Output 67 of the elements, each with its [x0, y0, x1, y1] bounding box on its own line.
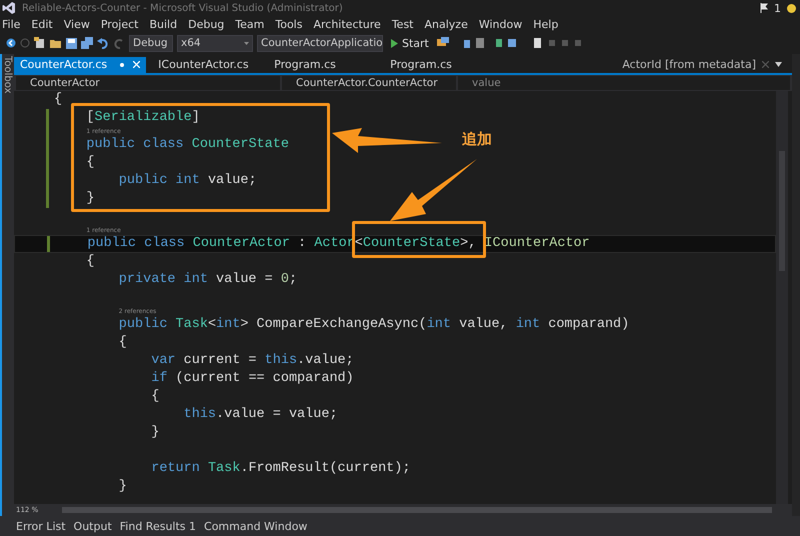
code-line: private int value = 0; — [118, 271, 298, 289]
code-line: } — [150, 424, 160, 442]
code-line: public class CounterActor : Actor<CounterState>, ICounterActor — [86, 236, 590, 252]
back-icon[interactable] — [6, 38, 16, 48]
document-tab[interactable]: Program.cs — [384, 56, 494, 72]
vertical-scrollbar[interactable] — [776, 91, 788, 504]
window-title: Reliable-Actors-Counter - Microsoft Visual Studio (Administrator) — [22, 2, 343, 14]
menu-item[interactable]: Project — [100, 18, 138, 30]
document-tab[interactable]: ICounterActor.cs — [152, 56, 262, 72]
undo-icon[interactable] — [97, 37, 109, 49]
menu-item[interactable]: Help — [533, 18, 558, 30]
startup-project-dropdown[interactable]: CounterActorApplicatio — [257, 34, 383, 52]
code-line: { — [150, 388, 160, 406]
flag-icon — [760, 3, 768, 13]
member-dropdown[interactable]: value — [458, 76, 790, 90]
code-line: { — [118, 334, 127, 352]
code-line: this.value = value; — [182, 406, 338, 424]
panel-tab[interactable]: Command Window — [204, 520, 308, 532]
code-line: public int value; — [118, 172, 257, 190]
code-line: return Task.FromResult(current); — [150, 460, 410, 478]
member-scope-dropdown[interactable]: CounterActor.CounterActor — [282, 76, 456, 90]
code-line: { — [54, 91, 62, 109]
menu-item[interactable]: File — [2, 18, 20, 30]
code-line: public class CounterState — [85, 136, 289, 154]
menu-item[interactable]: Team — [235, 18, 264, 30]
new-project-icon[interactable] — [34, 37, 46, 49]
save-all-icon[interactable] — [81, 37, 93, 49]
caret-icon[interactable] — [244, 42, 249, 44]
menu-item[interactable]: Build — [149, 18, 178, 30]
code-line: } — [85, 190, 95, 208]
notification-count[interactable]: 1 — [774, 2, 781, 14]
menu-item[interactable]: Edit — [31, 18, 53, 30]
toolbox-tab[interactable]: Toolbox — [2, 56, 13, 94]
code-line: var current = this.value; — [150, 352, 354, 370]
menu-item[interactable]: View — [64, 18, 90, 30]
change-marker — [47, 236, 50, 252]
save-icon[interactable] — [66, 38, 77, 48]
menu-item[interactable]: Debug — [188, 18, 224, 30]
panel-tab[interactable]: Error List — [16, 520, 66, 532]
code-line: [Serializable] — [85, 109, 200, 127]
menu-item[interactable]: Test — [392, 18, 414, 30]
type-dropdown[interactable]: CounterActor — [16, 76, 280, 90]
menu-item[interactable]: Window — [478, 18, 522, 30]
platform-dropdown[interactable]: x64 — [177, 34, 253, 52]
code-line: public Task<int> CompareExchangeAsync(int value, int comparand) — [118, 316, 630, 334]
menu-item[interactable]: Architecture — [313, 18, 381, 30]
play-icon — [391, 38, 398, 48]
code-line: } — [118, 478, 127, 496]
menu-item[interactable]: Analyze — [424, 18, 468, 30]
panel-tab[interactable]: Find Results 1 — [120, 520, 196, 532]
panel-tab[interactable]: Output — [74, 520, 112, 532]
preview-tab[interactable]: ActorId [from metadata] — [622, 58, 756, 71]
configuration-dropdown[interactable]: Debug — [129, 34, 173, 52]
code-line: { — [85, 154, 95, 172]
annotation-label: 追加 — [462, 130, 492, 149]
app-logo-icon — [2, 1, 16, 15]
dropdown-caret-icon[interactable] — [775, 62, 782, 67]
code-line: { — [85, 253, 95, 271]
pin-icon[interactable] — [119, 62, 126, 68]
menu-item[interactable]: Tools — [275, 18, 302, 30]
folder-icon[interactable] — [50, 37, 62, 49]
document-tab[interactable]: CounterActor.cs — [14, 56, 146, 72]
document-tab[interactable]: Program.cs — [268, 56, 378, 72]
start-button[interactable]: Start — [387, 36, 433, 50]
tools-icon[interactable] — [436, 37, 450, 49]
code-line: if (current == comparand) — [150, 370, 354, 388]
horizontal-scrollbar[interactable] — [62, 507, 772, 513]
